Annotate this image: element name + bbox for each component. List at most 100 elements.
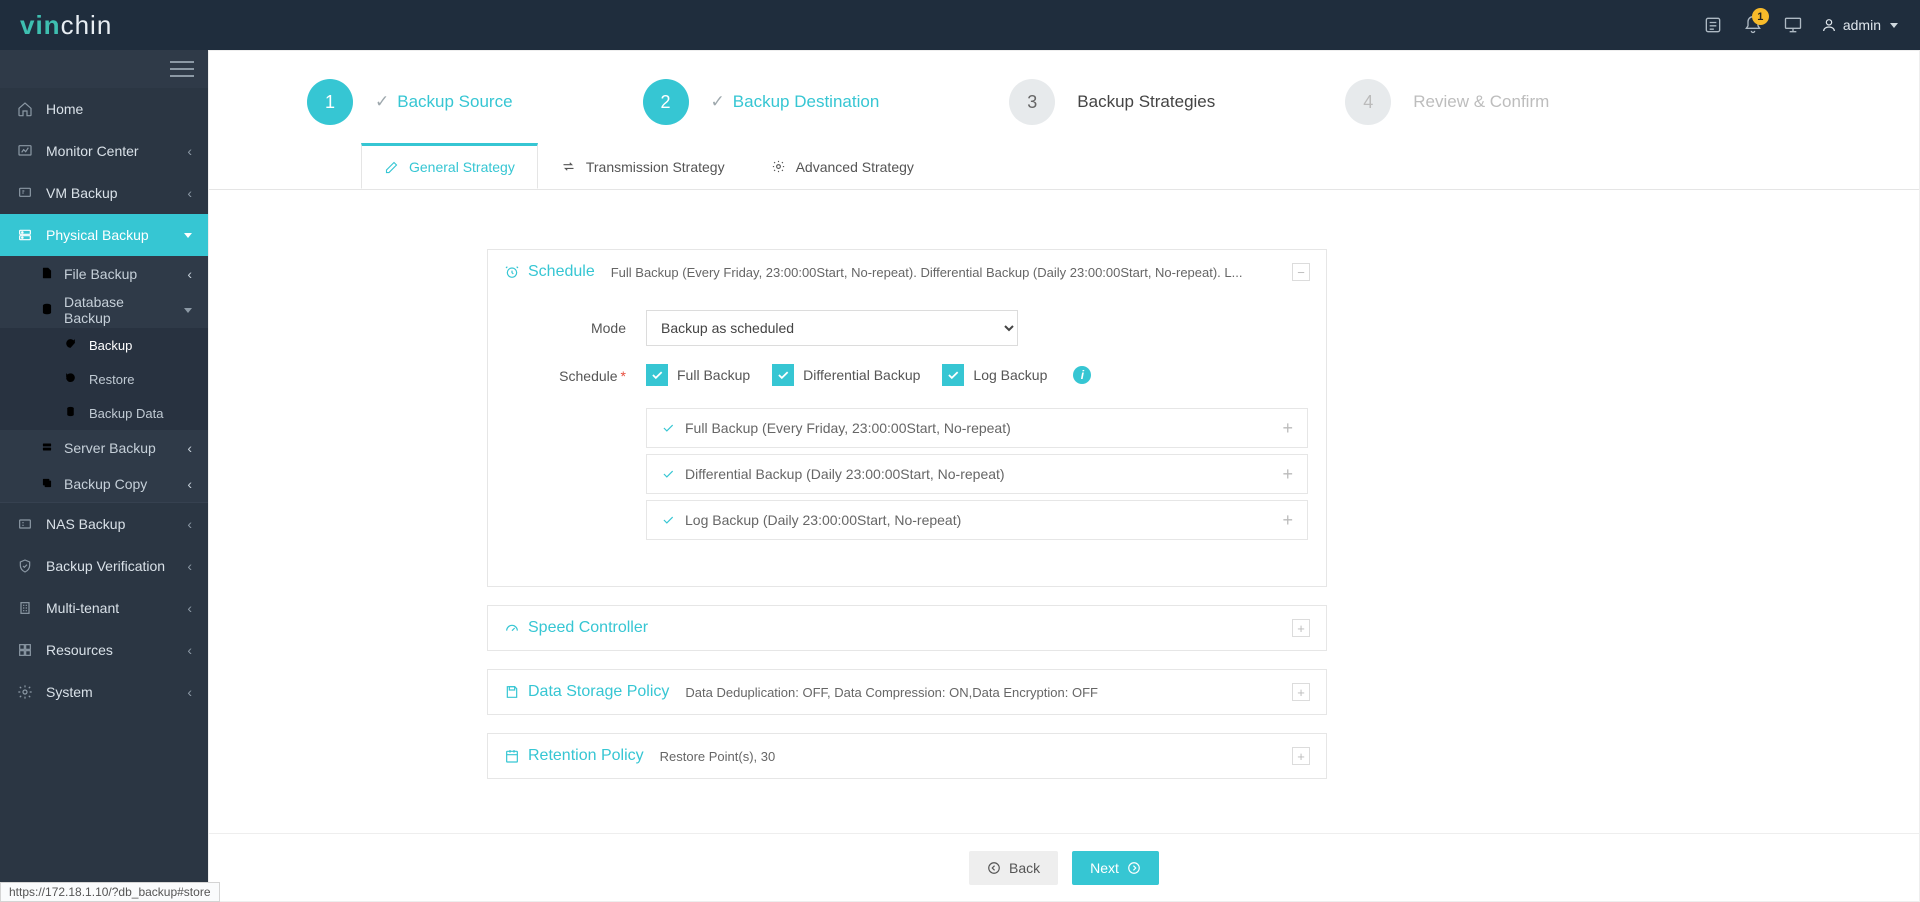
sidebar-item-vm-backup[interactable]: VM Backup ‹: [0, 172, 208, 214]
chart-icon: [16, 143, 34, 159]
tab-advanced-strategy[interactable]: Advanced Strategy: [748, 143, 937, 189]
sidebar-toggle[interactable]: [0, 50, 208, 88]
notifications-icon[interactable]: 1: [1733, 0, 1773, 50]
checkbox-label: Full Backup: [677, 367, 750, 383]
sidebar-item-label: Server Backup: [64, 440, 156, 456]
swap-icon: [561, 159, 576, 174]
schedule-row-differential[interactable]: Differential Backup (Daily 23:00:00Start…: [646, 454, 1308, 494]
sidebar-item-backup-copy[interactable]: Backup Copy ‹: [0, 466, 208, 502]
grid-icon: [16, 642, 34, 658]
restore-icon: [64, 371, 77, 387]
save-icon: [504, 684, 520, 700]
panel-title: Schedule: [528, 263, 595, 281]
expand-icon: +: [1282, 464, 1293, 485]
sidebar-item-label: Backup Copy: [64, 476, 147, 492]
schedule-row-label: Full Backup (Every Friday, 23:00:00Start…: [685, 420, 1272, 436]
sidebar-item-monitor-center[interactable]: Monitor Center ‹: [0, 130, 208, 172]
info-icon[interactable]: i: [1073, 366, 1091, 384]
chevron-down-icon: [1890, 23, 1898, 28]
mode-label: Mode: [506, 320, 626, 336]
notification-badge: 1: [1752, 8, 1769, 25]
sidebar-item-database-backup[interactable]: Database Backup: [0, 292, 208, 328]
sidebar-item-label: Restore: [89, 372, 135, 387]
step-backup-strategies[interactable]: 3 Backup Strategies: [1009, 79, 1215, 125]
database-icon: [40, 302, 54, 319]
nas-icon: [16, 516, 34, 532]
schedule-row-label: Differential Backup (Daily 23:00:00Start…: [685, 466, 1272, 482]
alarm-icon: [504, 264, 520, 280]
expand-icon: +: [1292, 747, 1310, 765]
step-number: 4: [1345, 79, 1391, 125]
sidebar-item-label: Database Backup: [64, 294, 172, 326]
step-label: Backup Destination: [733, 92, 879, 112]
schedule-row-log[interactable]: Log Backup (Daily 23:00:00Start, No-repe…: [646, 500, 1308, 540]
sidebar-item-multi-tenant[interactable]: Multi-tenant ‹: [0, 587, 208, 629]
chevron-down-icon: [184, 308, 192, 313]
panel-scroll-area[interactable]: Schedule Full Backup (Every Friday, 23:0…: [209, 227, 1919, 833]
sidebar-item-label: File Backup: [64, 266, 137, 282]
tab-label: Advanced Strategy: [796, 159, 914, 175]
monitor-icon[interactable]: [1773, 0, 1813, 50]
step-label: Backup Source: [397, 92, 512, 112]
checkbox-full-backup[interactable]: Full Backup: [646, 364, 750, 386]
sidebar-item-system[interactable]: System ‹: [0, 671, 208, 713]
chevron-left-icon: ‹: [187, 143, 192, 159]
sidebar-item-backup[interactable]: Backup: [0, 328, 208, 362]
schedule-panel-header[interactable]: Schedule Full Backup (Every Friday, 23:0…: [488, 250, 1326, 294]
server-icon: [40, 440, 54, 457]
strategy-tabs: General Strategy Transmission Strategy A…: [209, 143, 1919, 190]
step-review-confirm[interactable]: 4 Review & Confirm: [1345, 79, 1549, 125]
user-name: admin: [1843, 17, 1881, 33]
sidebar-item-label: Monitor Center: [46, 143, 139, 159]
check-icon: [661, 467, 675, 481]
collapse-icon: −: [1292, 263, 1310, 281]
step-label: Backup Strategies: [1077, 92, 1215, 112]
list-icon[interactable]: [1693, 0, 1733, 50]
tab-general-strategy[interactable]: General Strategy: [361, 143, 538, 189]
chevron-left-icon: ‹: [187, 516, 192, 532]
file-icon: [40, 266, 54, 283]
button-label: Next: [1090, 860, 1119, 876]
sidebar-item-label: Backup: [89, 338, 132, 353]
sidebar-item-resources[interactable]: Resources ‹: [0, 629, 208, 671]
next-button[interactable]: Next: [1072, 851, 1159, 885]
data-storage-policy-header[interactable]: Data Storage Policy Data Deduplication: …: [488, 670, 1326, 714]
sidebar-item-label: VM Backup: [46, 185, 118, 201]
speed-controller-header[interactable]: Speed Controller +: [488, 606, 1326, 650]
sidebar-item-backup-verification[interactable]: Backup Verification ‹: [0, 545, 208, 587]
mode-select[interactable]: Backup as scheduled: [646, 310, 1018, 346]
schedule-row-full[interactable]: Full Backup (Every Friday, 23:00:00Start…: [646, 408, 1308, 448]
checkbox-differential-backup[interactable]: Differential Backup: [772, 364, 920, 386]
sidebar-item-server-backup[interactable]: Server Backup ‹: [0, 430, 208, 466]
data-icon: [64, 405, 77, 421]
panel-summary: Restore Point(s), 30: [660, 749, 1282, 764]
user-menu[interactable]: admin: [1821, 17, 1898, 33]
tab-transmission-strategy[interactable]: Transmission Strategy: [538, 143, 748, 189]
brand-suffix: chin: [61, 10, 113, 40]
edit-icon: [384, 160, 399, 175]
expand-icon: +: [1292, 683, 1310, 701]
sidebar-item-nas-backup[interactable]: NAS Backup ‹: [0, 503, 208, 545]
server-icon: [16, 227, 34, 243]
step-backup-source[interactable]: 1 ✓Backup Source: [307, 79, 513, 125]
retention-policy-panel: Retention Policy Restore Point(s), 30 +: [487, 733, 1327, 779]
checkbox-log-backup[interactable]: Log Backup: [942, 364, 1047, 386]
sidebar-item-physical-backup[interactable]: Physical Backup: [0, 214, 208, 256]
sidebar-item-label: Physical Backup: [46, 227, 149, 243]
back-button[interactable]: Back: [969, 851, 1058, 885]
panel-title: Retention Policy: [528, 747, 644, 765]
check-icon: [661, 513, 675, 527]
sidebar-item-restore[interactable]: Restore: [0, 362, 208, 396]
sidebar-item-backup-data[interactable]: Backup Data: [0, 396, 208, 430]
check-icon: [661, 421, 675, 435]
sidebar-item-home[interactable]: Home: [0, 88, 208, 130]
wizard-footer: Back Next: [209, 833, 1919, 901]
retention-policy-header[interactable]: Retention Policy Restore Point(s), 30 +: [488, 734, 1326, 778]
panel-summary: Data Deduplication: OFF, Data Compressio…: [685, 685, 1282, 700]
step-backup-destination[interactable]: 2 ✓Backup Destination: [643, 79, 880, 125]
sidebar: Home Monitor Center ‹ VM Backup ‹ Physic…: [0, 50, 208, 902]
refresh-icon: [64, 337, 77, 353]
sidebar-item-file-backup[interactable]: File Backup ‹: [0, 256, 208, 292]
panel-summary: Full Backup (Every Friday, 23:00:00Start…: [611, 265, 1282, 280]
building-icon: [16, 600, 34, 616]
